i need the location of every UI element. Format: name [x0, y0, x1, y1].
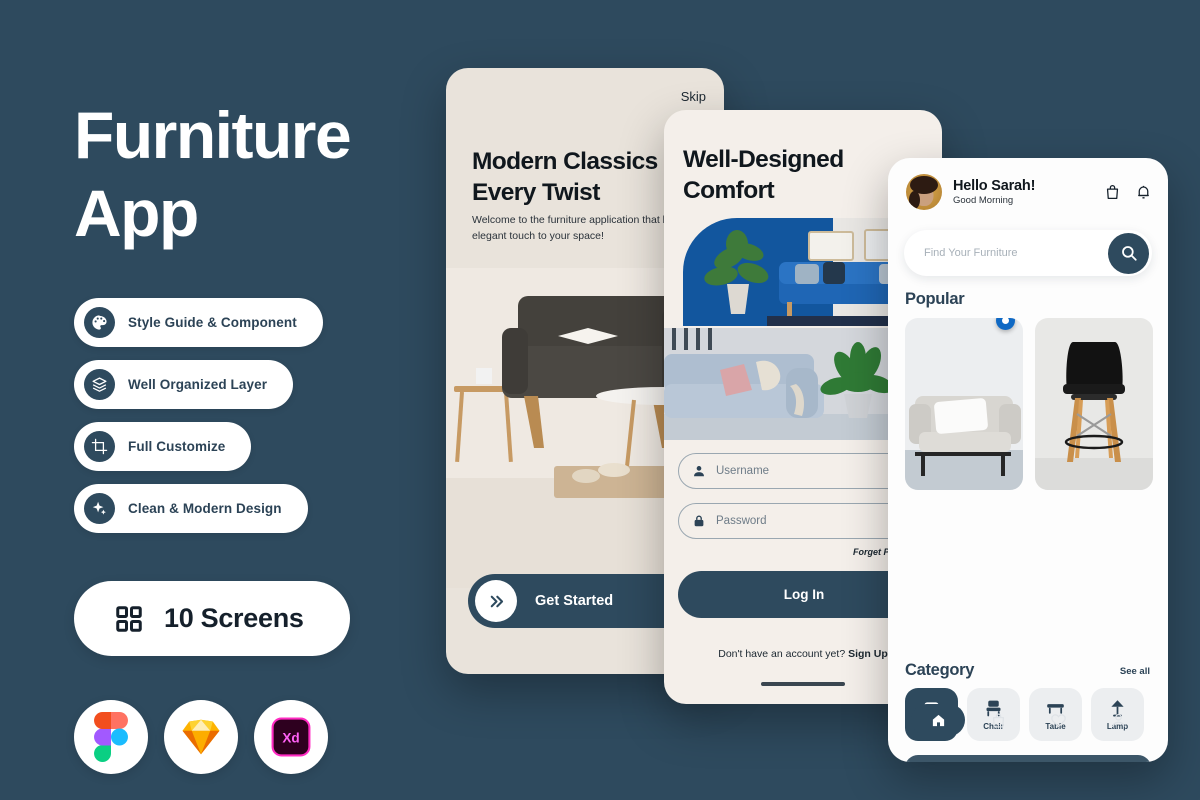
nav-item-favorites[interactable] — [1028, 712, 1088, 729]
popular-card-list — [905, 318, 1153, 490]
search-icon — [1121, 246, 1137, 261]
home-indicator — [761, 682, 845, 686]
page-title: Furniture App — [74, 96, 434, 252]
nav-item-profile[interactable] — [1088, 712, 1148, 729]
title-line-1: Furniture — [74, 98, 352, 172]
figma-logo — [74, 700, 148, 774]
login-button-label: Log In — [783, 587, 825, 602]
title-line-2: App — [74, 176, 199, 250]
header-icon-group — [1104, 183, 1152, 201]
greeting-block: Hello Sarah! Good Morning — [953, 178, 1104, 206]
feature-pill-full-customize[interactable]: Full Customize — [74, 422, 252, 471]
greeting-subtitle: Good Morning — [953, 195, 1014, 206]
feature-pill-label: Well Organized Layer — [128, 377, 268, 392]
heart-icon — [1050, 713, 1066, 727]
left-info-panel: Furniture App Style Guide & Component We… — [74, 96, 434, 774]
adobe-xd-logo: Xd — [254, 700, 328, 774]
popular-section-title: Popular — [905, 290, 965, 308]
home-icon — [911, 704, 965, 736]
feature-pill-label: Clean & Modern Design — [128, 501, 282, 516]
search-input[interactable]: Find Your Furniture — [924, 247, 1108, 259]
bag-icon[interactable] — [1104, 183, 1121, 201]
signup-link[interactable]: Sign Up — [848, 648, 888, 660]
screens-count-badge[interactable]: 10 Screens — [74, 581, 350, 656]
feature-pill-label: Full Customize — [128, 439, 226, 454]
phone-home-screen: Hello Sarah! Good Morning Find Your Furn… — [888, 158, 1168, 762]
skip-button[interactable]: Skip — [681, 89, 706, 104]
person-icon — [694, 466, 704, 477]
home-header: Hello Sarah! Good Morning — [906, 174, 1152, 210]
svg-text:Xd: Xd — [282, 731, 299, 746]
greeting-name: Hello Sarah! — [953, 178, 1036, 194]
double-chevron-right-icon — [475, 580, 517, 622]
bag-icon — [992, 713, 1004, 728]
palette-icon — [84, 307, 115, 338]
feature-pill-label: Style Guide & Component — [128, 315, 297, 330]
search-bar[interactable]: Find Your Furniture — [904, 230, 1152, 276]
feature-pill-clean-modern[interactable]: Clean & Modern Design — [74, 484, 308, 533]
bottom-navigation — [888, 704, 1168, 736]
poster-canvas: Furniture App Style Guide & Component We… — [0, 0, 1200, 800]
get-started-label: Get Started — [535, 593, 614, 609]
discount-banner[interactable]: Last Discount up to 80% Lorem ipsum dolo… — [905, 755, 1151, 762]
tool-logo-list: Xd — [74, 700, 434, 774]
banner-armchair-image — [911, 755, 1021, 762]
nav-item-bag[interactable] — [968, 712, 1028, 729]
screens-count-label: 10 Screens — [164, 603, 304, 633]
bell-icon[interactable] — [1135, 183, 1152, 201]
feature-pill-organized-layer[interactable]: Well Organized Layer — [74, 360, 294, 409]
person-icon — [1112, 713, 1124, 727]
crop-icon — [84, 431, 115, 462]
grid-icon — [114, 604, 144, 634]
username-placeholder: Username — [716, 465, 770, 477]
avatar[interactable] — [906, 174, 942, 210]
feature-pill-list: Style Guide & Component Well Organized L… — [74, 298, 434, 533]
password-placeholder: Password — [716, 515, 767, 527]
search-button[interactable] — [1108, 232, 1149, 274]
layers-icon — [84, 369, 115, 400]
avatar-hair-side — [908, 191, 920, 210]
category-section-title: Category — [905, 661, 975, 679]
popular-card-armchair[interactable] — [905, 318, 1023, 490]
feature-pill-style-guide[interactable]: Style Guide & Component — [74, 298, 323, 347]
nav-item-home[interactable] — [908, 704, 968, 736]
lock-icon — [694, 515, 704, 527]
sketch-logo — [164, 700, 238, 774]
sparkle-icon — [84, 493, 115, 524]
popular-card-chair[interactable] — [1035, 318, 1153, 490]
signup-prompt-text: Don't have an account yet? — [718, 648, 846, 660]
see-all-link[interactable]: See all — [1120, 666, 1150, 677]
